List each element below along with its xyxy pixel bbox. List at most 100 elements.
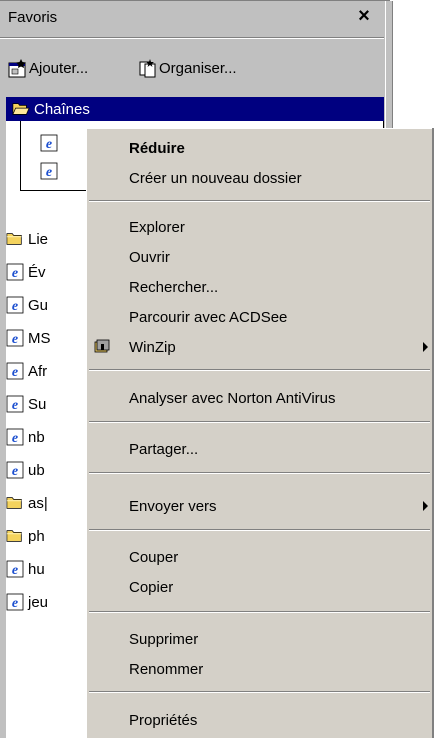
tree-subitem-2[interactable]: e (40, 159, 62, 183)
menu-item-label: Analyser avec Norton AntiVirus (129, 389, 336, 407)
menu-item-new-folder[interactable]: Créer un nouveau dossier (87, 163, 432, 193)
menu-separator (89, 472, 430, 474)
svg-text:e: e (12, 299, 18, 314)
tree-item[interactable]: e Su (6, 392, 46, 416)
context-menu: Réduire Créer un nouveau dossier Explore… (86, 128, 432, 738)
ie-page-icon: e (6, 263, 24, 281)
ie-page-icon: e (40, 162, 58, 180)
menu-separator (89, 529, 430, 531)
menu-item-label: Renommer (129, 660, 204, 678)
menu-item-rename[interactable]: Renommer (87, 654, 432, 684)
svg-text:e: e (12, 266, 18, 281)
menu-separator (89, 691, 430, 693)
menu-item-copy[interactable]: Copier (87, 572, 432, 602)
tree-item-label: Afr (28, 362, 48, 380)
ie-page-icon: e (40, 134, 58, 152)
menu-item-label: Propriétés (129, 711, 198, 729)
svg-text:e: e (46, 165, 52, 180)
menu-item-acdsee[interactable]: Parcourir avec ACDSee (87, 302, 432, 332)
menu-item-label: Ouvrir (129, 248, 170, 266)
tree-item-label: Év (28, 263, 46, 281)
menu-item-norton[interactable]: Analyser avec Norton AntiVirus (87, 383, 432, 413)
menu-item-label: Copier (129, 578, 174, 596)
svg-text:e: e (12, 596, 18, 611)
menu-item-label: Créer un nouveau dossier (129, 169, 302, 187)
ie-page-icon: e (6, 296, 24, 314)
tree-item-label: jeu (28, 593, 49, 611)
ie-page-icon: e (6, 428, 24, 446)
menu-item-label: Explorer (129, 218, 185, 236)
ie-page-icon: e (6, 395, 24, 413)
menu-separator (89, 421, 430, 423)
tree-item[interactable]: e nb (6, 425, 45, 449)
favorites-toolbar: Ajouter... Organiser... (0, 41, 384, 87)
ie-page-icon: e (6, 329, 24, 347)
tree-item-label: Gu (28, 296, 49, 314)
add-favorite-button[interactable]: Ajouter... (8, 55, 88, 81)
tree-item[interactable]: ph (6, 524, 45, 548)
submenu-arrow-icon (423, 501, 428, 511)
menu-separator (89, 200, 430, 202)
tree-item[interactable]: e MS (6, 326, 51, 350)
ie-page-icon: e (6, 560, 24, 578)
organize-favorites-label: Organiser... (159, 59, 237, 77)
tree-item-label: ph (28, 527, 45, 545)
folder-icon (6, 233, 22, 245)
close-icon[interactable]: × (354, 5, 374, 27)
svg-text:e: e (46, 137, 52, 152)
tree-item-label: as| (28, 494, 48, 512)
menu-item-open[interactable]: Ouvrir (87, 242, 432, 272)
menu-item-properties[interactable]: Propriétés (87, 705, 432, 735)
menu-item-explore[interactable]: Explorer (87, 212, 432, 242)
titlebar-divider (0, 37, 384, 39)
tree-subitem-1[interactable]: e (40, 131, 62, 155)
folder-icon (6, 497, 22, 509)
svg-text:e: e (12, 431, 18, 446)
tree-item-label: Chaînes (34, 100, 90, 118)
tree-item[interactable]: as| (6, 491, 48, 515)
tree-item[interactable]: Lie (6, 227, 48, 251)
add-favorite-label: Ajouter... (29, 59, 89, 77)
tree-item[interactable]: e Év (6, 260, 46, 284)
menu-item-label: Partager... (129, 440, 199, 458)
menu-item-share[interactable]: Partager... (87, 434, 432, 464)
menu-item-label: Supprimer (129, 630, 199, 648)
ie-page-icon: e (6, 461, 24, 479)
menu-item-search[interactable]: Rechercher... (87, 272, 432, 302)
menu-item-label: Couper (129, 548, 179, 566)
organize-favorites-button[interactable]: Organiser... (138, 55, 237, 81)
add-favorite-icon (8, 59, 26, 78)
menu-item-winzip[interactable]: WinZip (87, 332, 432, 362)
tree-item[interactable]: e Gu (6, 293, 48, 317)
tree-item-label: Su (28, 395, 47, 413)
menu-item-label: Envoyer vers (129, 497, 217, 515)
tree-item-label: ub (28, 461, 45, 479)
menu-item-label: Réduire (129, 139, 185, 157)
tree-item-chaines[interactable]: Chaînes (6, 97, 384, 121)
ie-page-icon: e (6, 593, 24, 611)
tree-item[interactable]: e jeu (6, 590, 48, 614)
menu-item-cut[interactable]: Couper (87, 542, 432, 572)
tree-item-label: hu (28, 560, 45, 578)
pane-title: Favoris (8, 9, 58, 26)
tree-item[interactable]: e hu (6, 557, 45, 581)
organize-favorites-icon (138, 59, 156, 78)
menu-item-delete[interactable]: Supprimer (87, 624, 432, 654)
winzip-icon (94, 339, 110, 353)
submenu-arrow-icon (423, 342, 428, 352)
tree-item[interactable]: e ub (6, 458, 45, 482)
folder-icon (6, 530, 22, 542)
menu-item-reduce[interactable]: Réduire (87, 133, 432, 163)
tree-item[interactable]: e Afr (6, 359, 47, 383)
svg-text:e: e (12, 464, 18, 479)
menu-item-send-to[interactable]: Envoyer vers (87, 491, 432, 521)
menu-item-label: WinZip (129, 338, 176, 356)
menu-item-label: Rechercher... (129, 278, 219, 296)
svg-text:e: e (12, 332, 18, 347)
tree-item-label: nb (28, 428, 45, 446)
svg-text:e: e (12, 563, 18, 578)
svg-text:e: e (12, 365, 18, 380)
ie-page-icon: e (6, 362, 24, 380)
tree-item-label: Lie (28, 230, 49, 248)
svg-text:e: e (12, 398, 18, 413)
